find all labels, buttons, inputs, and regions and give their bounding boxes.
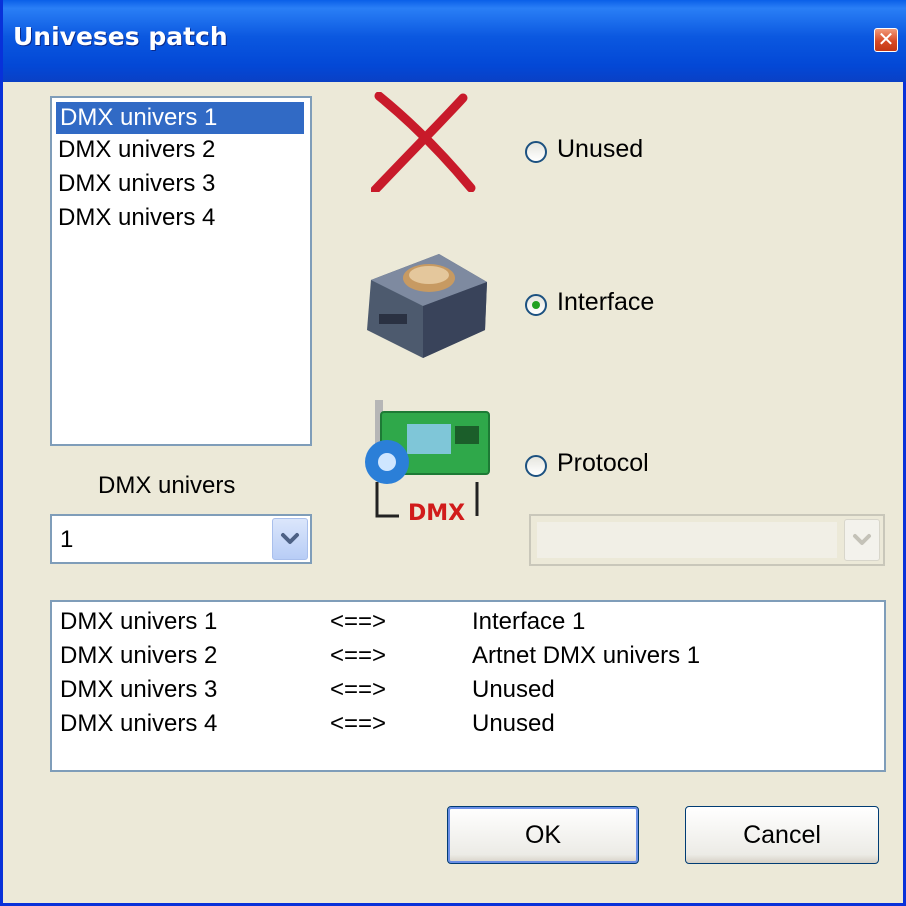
dropdown-button[interactable] (844, 519, 880, 561)
close-icon: ✕ (877, 27, 895, 51)
protocol-select-value (537, 522, 837, 558)
dmx-univers-value: 1 (60, 526, 74, 553)
row-universe: DMX univers 3 (60, 676, 218, 703)
chevron-down-icon (281, 533, 299, 544)
dmx-univers-label: DMX univers (98, 472, 236, 499)
protocol-select[interactable] (529, 514, 885, 566)
dmx-text: DMX (408, 501, 465, 523)
row-arrow: <==> (330, 676, 387, 703)
cancel-button[interactable]: Cancel (685, 806, 879, 864)
close-button[interactable]: ✕ (874, 28, 898, 52)
interface-label: Interface (557, 288, 655, 316)
ok-button[interactable]: OK (447, 806, 639, 864)
universe-listbox[interactable]: DMX univers 1 DMX univers 2 DMX univers … (50, 96, 312, 446)
row-target: Unused (472, 676, 555, 703)
row-universe: DMX univers 1 (60, 608, 218, 635)
window-title: Univeses patch (13, 22, 228, 51)
table-row[interactable]: DMX univers 1 <==> Interface 1 (52, 608, 884, 642)
row-universe: DMX univers 4 (60, 710, 218, 737)
protocol-label: Protocol (557, 449, 649, 477)
radio-circle[interactable] (525, 294, 547, 316)
list-item[interactable]: DMX univers 2 (58, 134, 215, 166)
row-target: Artnet DMX univers 1 (472, 642, 701, 669)
table-row[interactable]: DMX univers 4 <==> Unused (52, 710, 884, 744)
usb-dmx-interface-icon (357, 240, 497, 369)
row-target: Unused (472, 710, 555, 737)
row-target: Interface 1 (472, 608, 586, 635)
red-x-icon (370, 91, 481, 196)
row-arrow: <==> (330, 710, 387, 737)
dmx-protocol-card-icon: DMX (359, 398, 499, 527)
unused-label: Unused (557, 135, 644, 163)
patch-summary-list[interactable]: DMX univers 1 <==> Interface 1 DMX unive… (50, 600, 886, 772)
row-universe: DMX univers 2 (60, 642, 218, 669)
table-row[interactable]: DMX univers 3 <==> Unused (52, 676, 884, 710)
radio-circle[interactable] (525, 455, 547, 477)
dmx-univers-select[interactable]: 1 (50, 514, 312, 564)
table-row[interactable]: DMX univers 2 <==> Artnet DMX univers 1 (52, 642, 884, 676)
universes-patch-dialog: Univeses patch ✕ DMX univers 1 DMX unive… (0, 0, 906, 906)
radio-selected-dot (532, 301, 540, 309)
dropdown-button[interactable] (272, 518, 308, 560)
chevron-down-icon (853, 534, 871, 545)
title-bar[interactable]: Univeses patch ✕ (3, 0, 906, 82)
row-arrow: <==> (330, 608, 387, 635)
list-item[interactable]: DMX univers 4 (58, 202, 215, 234)
row-arrow: <==> (330, 642, 387, 669)
radio-circle[interactable] (525, 141, 547, 163)
list-item[interactable]: DMX univers 3 (58, 168, 215, 200)
list-item[interactable]: DMX univers 1 (56, 102, 304, 134)
